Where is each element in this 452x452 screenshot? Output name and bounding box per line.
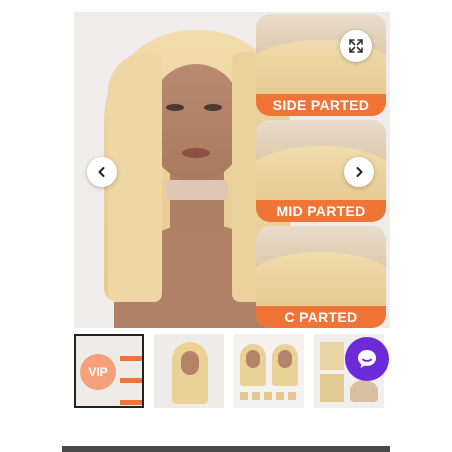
product-gallery: SIDE PARTED MID PARTED C PARTED VIP <box>0 0 452 452</box>
chat-bubble-icon <box>358 350 376 368</box>
model-eye-right <box>204 104 222 111</box>
thumbnail-model <box>172 342 208 404</box>
expand-arrows-icon <box>349 39 363 53</box>
thumbnail-label-bar <box>120 356 142 361</box>
thumbnail-hair-sample <box>320 342 344 370</box>
c-parted-panel: C PARTED <box>256 226 386 328</box>
thumbnail-wig-cap <box>350 380 378 402</box>
panel-label: MID PARTED <box>256 200 386 222</box>
previous-image-button[interactable] <box>87 157 117 187</box>
thumbnail-model <box>272 344 298 386</box>
thumbnail-model <box>240 344 266 386</box>
neck-band <box>166 180 228 200</box>
thumbnail-model-front[interactable] <box>154 334 224 408</box>
thumbnail-swatches <box>240 392 298 400</box>
thumbnail-parting-options[interactable]: VIP <box>74 334 144 408</box>
side-parted-panel: SIDE PARTED <box>256 14 386 116</box>
model-face <box>152 64 240 180</box>
thumbnail-label-bar <box>120 400 142 405</box>
thumbnail-model-details[interactable] <box>234 334 304 408</box>
thumbnail-label-bar <box>120 378 142 383</box>
next-image-button[interactable] <box>344 157 374 187</box>
panel-label: SIDE PARTED <box>256 94 386 116</box>
live-chat-button[interactable] <box>345 337 389 381</box>
vip-badge: VIP <box>80 354 116 390</box>
model-eye-left <box>166 104 184 111</box>
thumbnail-hair-sample <box>320 374 344 402</box>
chevron-right-icon <box>356 167 363 177</box>
expand-button[interactable] <box>340 30 372 62</box>
model-lips <box>182 148 210 158</box>
bottom-bar <box>62 446 390 452</box>
panel-label: C PARTED <box>256 306 386 328</box>
chevron-left-icon <box>98 167 105 177</box>
